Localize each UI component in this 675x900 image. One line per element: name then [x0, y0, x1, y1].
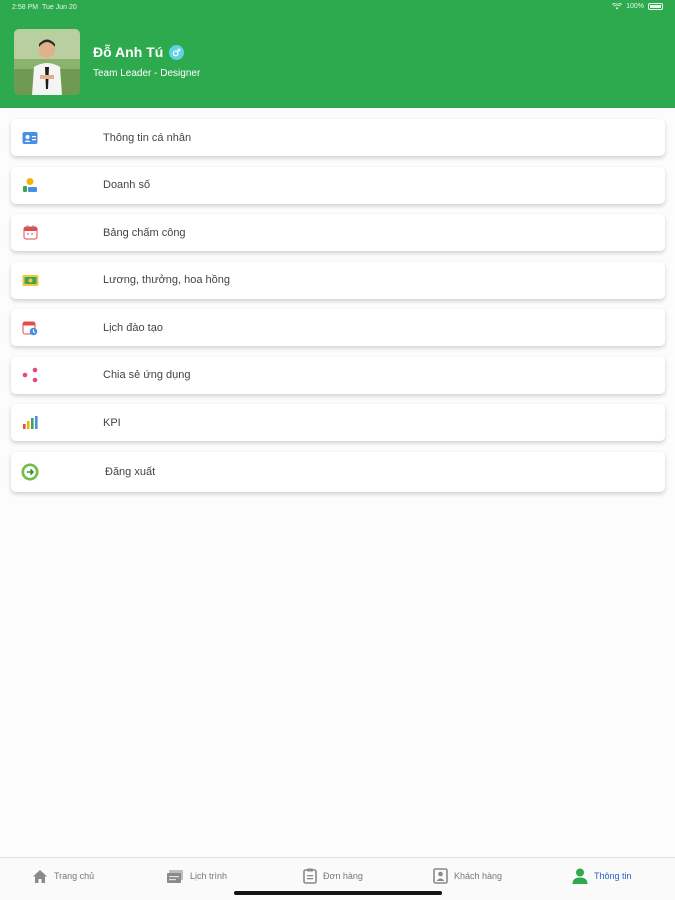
menu-item-label: Bảng chấm công — [103, 226, 186, 239]
battery-icon — [648, 3, 663, 10]
person-icon — [572, 868, 588, 884]
customers-icon — [433, 868, 448, 884]
orders-icon — [303, 868, 317, 884]
profile-role: Team Leader - Designer — [93, 68, 201, 79]
menu-item-label: Lịch đào tạo — [103, 321, 163, 334]
salary-icon — [21, 271, 39, 289]
menu-item-logout[interactable]: Đăng xuất — [11, 451, 665, 492]
menu-item-personal-info[interactable]: Thông tin cá nhân — [11, 119, 665, 156]
logout-icon — [21, 462, 39, 481]
tab-profile-info[interactable]: Thông tin — [572, 858, 632, 894]
battery-percent: 100% — [626, 3, 644, 10]
profile-name: Đỗ Anh Tú — [93, 44, 185, 60]
profile-header: 2:58 PM Tue Jun 20 100% Đỗ Anh Tú Team L… — [0, 0, 675, 108]
menu-item-label: Chia sẻ ứng dụng — [103, 369, 191, 381]
tab-label: Đơn hàng — [323, 871, 363, 881]
menu-item-kpi[interactable]: KPI — [11, 404, 665, 441]
profile-card-icon — [21, 129, 39, 147]
training-calendar-icon — [21, 319, 39, 337]
avatar-photo — [14, 29, 80, 95]
wifi-icon — [612, 3, 623, 10]
menu-item-share-app[interactable]: Chia sẻ ứng dụng — [11, 356, 665, 394]
menu-item-sales[interactable]: Doanh số — [11, 166, 665, 204]
menu-item-label: Doanh số — [103, 179, 151, 191]
sales-icon — [21, 176, 39, 194]
status-indicators: 100% — [612, 3, 663, 10]
status-bar: 2:58 PM Tue Jun 20 100% — [0, 0, 675, 16]
tab-label: Khách hàng — [454, 871, 503, 881]
menu-item-label: KPI — [103, 416, 121, 429]
menu-item-training-schedule[interactable]: Lịch đào tạo — [11, 309, 665, 346]
male-gender-icon — [169, 44, 185, 60]
menu-item-timesheet[interactable]: Bảng chấm công — [11, 214, 665, 251]
tab-label: Lịch trình — [190, 871, 228, 881]
tab-orders[interactable]: Đơn hàng — [303, 858, 363, 894]
calendar-icon — [21, 224, 39, 242]
menu-item-salary[interactable]: Lương, thưởng, hoa hồng — [11, 261, 665, 299]
home-icon — [33, 869, 47, 883]
share-icon — [21, 366, 39, 384]
status-time: 2:58 PM Tue Jun 20 — [12, 4, 77, 11]
avatar[interactable] — [14, 29, 80, 95]
menu-item-label: Lương, thưởng, hoa hồng — [103, 274, 231, 286]
menu-item-label: Thông tin cá nhân — [103, 131, 192, 144]
menu-item-label: Đăng xuất — [105, 465, 156, 478]
profile-name-text: Đỗ Anh Tú — [93, 44, 164, 60]
tab-home[interactable]: Trang chủ — [32, 858, 94, 894]
tab-schedule[interactable]: Lịch trình — [166, 858, 227, 894]
menu-list: Thông tin cá nhân Doanh số Bảng chấm côn… — [11, 119, 665, 502]
tab-label: Thông tin — [594, 871, 632, 881]
kpi-chart-icon — [21, 414, 39, 432]
tab-customers[interactable]: Khách hàng — [433, 858, 502, 894]
home-indicator[interactable] — [234, 891, 442, 895]
schedule-icon — [167, 869, 183, 883]
tab-label: Trang chủ — [54, 871, 95, 881]
